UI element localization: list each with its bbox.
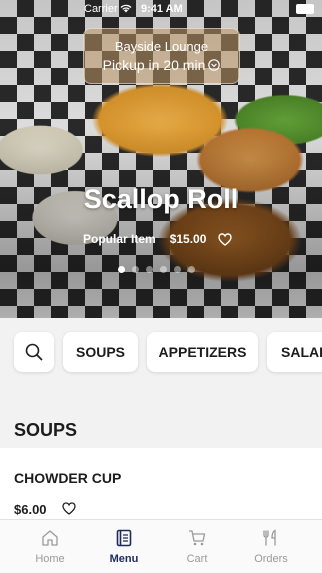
menu-item-name: CHOWDER CUP (14, 470, 122, 486)
tab-home[interactable]: Home (13, 520, 87, 573)
category-chip-soups[interactable]: SOUPS (63, 332, 138, 372)
carousel-dot[interactable] (174, 266, 181, 273)
menu-book-icon (116, 529, 132, 547)
tab-cart-label: Cart (186, 553, 208, 565)
pickup-time-row: Pickup in 20 min (84, 57, 239, 73)
tab-orders[interactable]: Orders (234, 520, 308, 573)
tab-orders-label: Orders (254, 553, 288, 565)
home-icon (42, 530, 58, 546)
tab-menu-label: Menu (109, 553, 139, 565)
battery-icon (296, 4, 314, 14)
chevron-down-circle-icon (208, 59, 221, 71)
featured-item-tag: Popular Item (83, 232, 156, 246)
category-chip-salads[interactable]: SALADS (267, 332, 322, 372)
menu-item[interactable]: CHOWDER CUP $6.00 (0, 448, 322, 524)
section-title: SOUPS (14, 420, 78, 440)
carousel-dot[interactable] (188, 266, 195, 273)
search-icon (25, 343, 43, 361)
carousel-dot[interactable] (160, 266, 167, 273)
carousel-dot[interactable] (146, 266, 153, 273)
bottom-tab-bar: Home Menu Cart Orders (0, 519, 322, 573)
tab-cart[interactable]: Cart (160, 520, 234, 573)
location-name: Bayside Lounge (114, 39, 209, 54)
wifi-icon (120, 4, 132, 13)
heart-icon[interactable] (218, 232, 233, 246)
carousel-dot[interactable] (132, 266, 139, 273)
tab-menu[interactable]: Menu (87, 520, 161, 573)
cart-icon (189, 530, 206, 546)
featured-item-price: $15.00 (169, 232, 207, 246)
utensils-icon (263, 529, 276, 546)
carousel-dot[interactable] (118, 266, 125, 273)
carousel-dots[interactable] (118, 266, 195, 273)
section-header: SOUPS (0, 390, 322, 448)
status-bar: Carrier 9:41 AM (0, 0, 322, 18)
category-chip-appetizers[interactable]: APPETIZERS (147, 332, 258, 372)
featured-item-title: Scallop Roll (83, 184, 239, 214)
heart-icon[interactable] (62, 502, 76, 515)
menu-item-price: $6.00 (14, 502, 47, 517)
carrier-label: Carrier (84, 3, 118, 15)
tab-home-label: Home (35, 553, 65, 565)
category-bar[interactable]: SOUPS APPETIZERS SALADS (0, 318, 322, 390)
status-time: 9:41 AM (141, 3, 183, 15)
featured-item-meta: Popular Item $15.00 (83, 232, 233, 246)
location-selector[interactable]: Bayside Lounge Pickup in 20 min (83, 28, 240, 84)
pickup-time: Pickup in 20 min (102, 57, 206, 73)
search-button[interactable] (14, 332, 54, 372)
